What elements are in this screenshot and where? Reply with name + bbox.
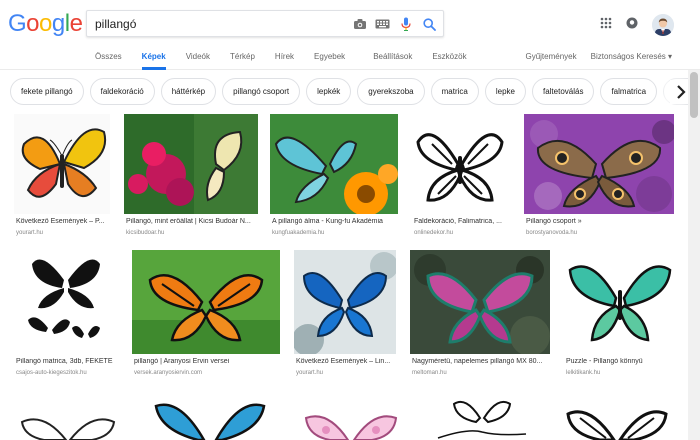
tab-videos[interactable]: Videók (186, 52, 210, 70)
chip[interactable]: lepke (484, 78, 526, 105)
search-input[interactable] (95, 15, 345, 33)
mic-icon[interactable] (398, 16, 414, 32)
image-result[interactable]: Faldekoráció, Falimatrica, ... onlinedek… (412, 114, 508, 264)
butterfly-image (410, 250, 550, 354)
result-site: kicsibudoar.hu (126, 230, 165, 236)
image-result[interactable] (560, 392, 674, 440)
result-title: Puzzle - Pillangó könnyű (566, 358, 643, 365)
chip[interactable]: háttérkép (160, 78, 217, 105)
image-result[interactable] (418, 392, 546, 440)
apps-grid-icon[interactable] (600, 16, 612, 34)
search-box[interactable] (86, 10, 444, 37)
search-tabs: Összes Képek Videók Térkép Hírek Egyebek… (95, 52, 487, 70)
butterfly-image (564, 250, 676, 354)
avatar[interactable] (652, 14, 674, 36)
camera-icon[interactable] (352, 16, 368, 32)
result-title: Pillangó csoport » (526, 218, 582, 225)
logo-letter: o (26, 10, 40, 37)
header-right-links: Gyűjtemények Biztonságos Keresés ▾ (525, 52, 672, 61)
result-site: meltoman.hu (412, 370, 447, 376)
tab-maps[interactable]: Térkép (230, 52, 255, 70)
collections-link[interactable]: Gyűjtemények (525, 52, 576, 61)
search-icon[interactable] (421, 16, 437, 32)
result-site: kungfuakademia.hu (272, 230, 325, 236)
butterfly-image (14, 114, 110, 214)
butterfly-image (412, 114, 508, 214)
butterfly-image (124, 114, 258, 214)
result-site: csajos-auto-kiegeszitok.hu (16, 370, 87, 376)
result-title: A pillangó álma - Kung-fu Akadémia (272, 218, 383, 225)
result-title: Faldekoráció, Falimatrica, ... (414, 218, 502, 225)
image-result[interactable] (14, 392, 122, 440)
chip[interactable]: faldekoráció (89, 78, 155, 105)
image-result[interactable]: Következő Események – P... yourart.hu (14, 114, 110, 264)
result-title: Következő Események – Lin... (296, 358, 391, 365)
keyboard-icon[interactable] (374, 16, 390, 32)
chip[interactable]: fekete pillangó (10, 78, 84, 105)
image-result[interactable]: Következő Események – Lin... yourart.hu (294, 250, 396, 390)
tab-more[interactable]: Egyebek (314, 52, 345, 70)
tab-settings[interactable]: Beállítások (373, 52, 412, 70)
image-result[interactable]: Pillangó matrica, 3db, FEKETE csajos-aut… (14, 250, 118, 390)
result-title: Nagyméretű, napelemes pillangó MX 80... (412, 358, 543, 365)
account-area (600, 14, 674, 36)
google-logo[interactable]: Google (8, 10, 83, 38)
butterfly-image (14, 392, 122, 440)
result-site: lelkitikank.hu (566, 370, 601, 376)
result-title: Következő Események – P... (16, 218, 105, 225)
chip[interactable]: gyerekszoba (357, 78, 425, 105)
image-result[interactable] (296, 392, 406, 440)
tab-tools[interactable]: Eszközök (432, 52, 466, 70)
logo-letter: o (39, 10, 52, 37)
butterfly-image (418, 392, 546, 440)
butterfly-image (14, 250, 118, 354)
logo-letter: g (51, 10, 65, 37)
butterfly-image (132, 250, 280, 354)
related-search-chips: fekete pillangó faldekoráció háttérkép p… (10, 78, 700, 108)
result-site: yourart.hu (16, 230, 44, 236)
image-result[interactable]: A pillangó álma - Kung-fu Akadémia kungf… (270, 114, 398, 264)
result-site: yourart.hu (296, 370, 324, 376)
butterfly-image (136, 392, 284, 440)
header: Google Összes Képek Videók Térkép H (0, 0, 700, 70)
butterfly-image (296, 392, 406, 440)
tab-all[interactable]: Összes (95, 52, 122, 70)
logo-letter: e (69, 10, 83, 37)
chip[interactable]: matrica (430, 78, 479, 105)
image-result[interactable] (136, 392, 284, 440)
image-result[interactable]: Pillangó csoport » borostyanovoda.hu (524, 114, 674, 264)
result-site: borostyanovoda.hu (526, 230, 578, 236)
result-site: versek.aranyosiervin.com (134, 370, 203, 376)
butterfly-image (294, 250, 396, 354)
vertical-scrollbar[interactable] (688, 70, 700, 440)
chip[interactable]: pillangó csoport (222, 78, 301, 105)
chip[interactable]: faltetoválás (531, 78, 595, 105)
result-site: onlinedekor.hu (414, 230, 454, 236)
image-result[interactable]: Pillangó, mint erőállat | Kicsi Budoár N… (124, 114, 258, 264)
logo-letter: G (8, 10, 27, 37)
safesearch-dropdown[interactable]: Biztonságos Keresés ▾ (591, 52, 672, 61)
image-result[interactable]: Puzzle - Pillangó könnyű lelkitikank.hu (564, 250, 676, 390)
tab-images[interactable]: Képek (141, 52, 166, 70)
scrollbar-thumb[interactable] (690, 72, 698, 118)
notifications-icon[interactable] (626, 16, 638, 34)
chip[interactable]: falmatrica (600, 78, 658, 105)
butterfly-image (560, 392, 674, 440)
butterfly-image (270, 114, 398, 214)
image-result[interactable]: pillangó | Aranyosi Ervin versei versek.… (132, 250, 280, 390)
image-result[interactable]: Nagyméretű, napelemes pillangó MX 80... … (410, 250, 550, 390)
butterfly-image (524, 114, 674, 214)
result-title: Pillangó matrica, 3db, FEKETE (16, 358, 113, 365)
tab-news[interactable]: Hírek (275, 52, 294, 70)
result-title: pillangó | Aranyosi Ervin versei (134, 358, 230, 365)
chip[interactable]: lepkék (306, 78, 352, 105)
result-title: Pillangó, mint erőállat | Kicsi Budoár N… (126, 218, 251, 225)
